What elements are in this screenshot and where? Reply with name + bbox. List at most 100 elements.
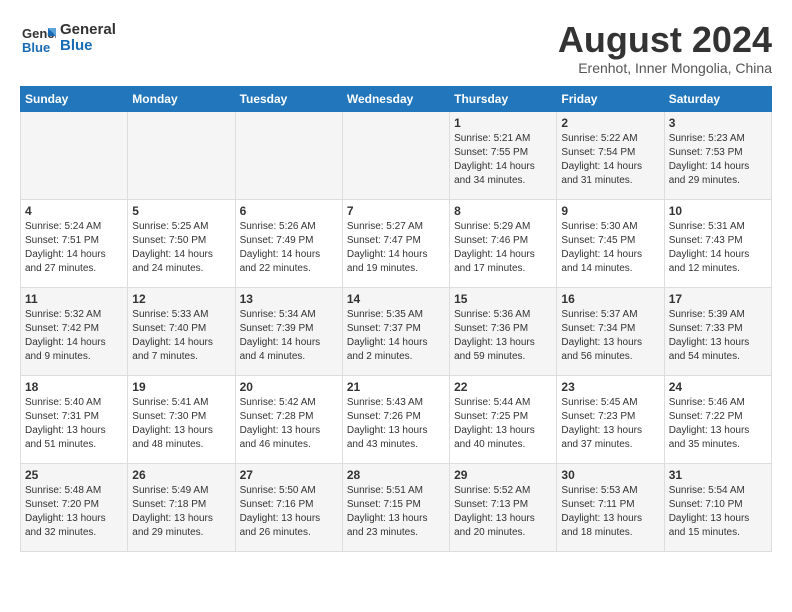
cell-text-line: Daylight: 13 hours bbox=[454, 512, 552, 526]
cell-text-line: and 32 minutes. bbox=[25, 526, 123, 540]
cell-text-line: Sunset: 7:34 PM bbox=[561, 322, 659, 336]
cell-text-line: Daylight: 13 hours bbox=[454, 336, 552, 350]
day-cell: 31Sunrise: 5:54 AMSunset: 7:10 PMDayligh… bbox=[664, 463, 771, 551]
day-number: 25 bbox=[25, 468, 123, 482]
cell-text-line: Sunset: 7:51 PM bbox=[25, 234, 123, 248]
cell-text-line: and 54 minutes. bbox=[669, 350, 767, 364]
page-title: August 2024 bbox=[558, 20, 772, 60]
cell-text-line: Sunset: 7:30 PM bbox=[132, 410, 230, 424]
cell-text-line: Daylight: 13 hours bbox=[454, 424, 552, 438]
cell-text-line: Sunrise: 5:22 AM bbox=[561, 132, 659, 146]
cell-text-line: Daylight: 14 hours bbox=[132, 336, 230, 350]
day-number: 11 bbox=[25, 292, 123, 306]
day-number: 8 bbox=[454, 204, 552, 218]
cell-text-line: Sunset: 7:43 PM bbox=[669, 234, 767, 248]
day-cell: 7Sunrise: 5:27 AMSunset: 7:47 PMDaylight… bbox=[342, 199, 449, 287]
cell-text-line: Daylight: 13 hours bbox=[669, 336, 767, 350]
cell-text-line: and 9 minutes. bbox=[25, 350, 123, 364]
header-cell-saturday: Saturday bbox=[664, 86, 771, 111]
day-cell bbox=[235, 111, 342, 199]
cell-text-line: Sunset: 7:23 PM bbox=[561, 410, 659, 424]
cell-text-line: Daylight: 14 hours bbox=[240, 336, 338, 350]
cell-text-line: Sunrise: 5:44 AM bbox=[454, 396, 552, 410]
day-number: 10 bbox=[669, 204, 767, 218]
day-number: 6 bbox=[240, 204, 338, 218]
week-row-3: 11Sunrise: 5:32 AMSunset: 7:42 PMDayligh… bbox=[21, 287, 772, 375]
cell-text-line: Sunrise: 5:46 AM bbox=[669, 396, 767, 410]
day-cell: 1Sunrise: 5:21 AMSunset: 7:55 PMDaylight… bbox=[450, 111, 557, 199]
day-cell: 16Sunrise: 5:37 AMSunset: 7:34 PMDayligh… bbox=[557, 287, 664, 375]
cell-text-line: Daylight: 13 hours bbox=[132, 512, 230, 526]
cell-text-line: Sunset: 7:18 PM bbox=[132, 498, 230, 512]
cell-text-line: Sunset: 7:39 PM bbox=[240, 322, 338, 336]
day-cell: 12Sunrise: 5:33 AMSunset: 7:40 PMDayligh… bbox=[128, 287, 235, 375]
cell-text-line: and 15 minutes. bbox=[669, 526, 767, 540]
header: General Blue General Blue August 2024 Er… bbox=[20, 20, 772, 76]
day-cell: 9Sunrise: 5:30 AMSunset: 7:45 PMDaylight… bbox=[557, 199, 664, 287]
day-number: 19 bbox=[132, 380, 230, 394]
cell-text-line: Sunrise: 5:37 AM bbox=[561, 308, 659, 322]
cell-text-line: Daylight: 14 hours bbox=[347, 248, 445, 262]
cell-text-line: and 46 minutes. bbox=[240, 438, 338, 452]
day-number: 4 bbox=[25, 204, 123, 218]
cell-text-line: Sunset: 7:22 PM bbox=[669, 410, 767, 424]
cell-text-line: Sunset: 7:13 PM bbox=[454, 498, 552, 512]
cell-text-line: and 4 minutes. bbox=[240, 350, 338, 364]
day-number: 28 bbox=[347, 468, 445, 482]
cell-text-line: and 48 minutes. bbox=[132, 438, 230, 452]
cell-text-line: and 26 minutes. bbox=[240, 526, 338, 540]
cell-text-line: and 17 minutes. bbox=[454, 262, 552, 276]
day-cell: 20Sunrise: 5:42 AMSunset: 7:28 PMDayligh… bbox=[235, 375, 342, 463]
title-area: August 2024 Erenhot, Inner Mongolia, Chi… bbox=[558, 20, 772, 76]
cell-text-line: Daylight: 13 hours bbox=[25, 512, 123, 526]
day-cell: 2Sunrise: 5:22 AMSunset: 7:54 PMDaylight… bbox=[557, 111, 664, 199]
cell-text-line: Sunset: 7:55 PM bbox=[454, 146, 552, 160]
cell-text-line: and 56 minutes. bbox=[561, 350, 659, 364]
day-number: 20 bbox=[240, 380, 338, 394]
cell-text-line: Daylight: 14 hours bbox=[132, 248, 230, 262]
cell-text-line: Sunrise: 5:39 AM bbox=[669, 308, 767, 322]
cell-text-line: Sunrise: 5:43 AM bbox=[347, 396, 445, 410]
cell-text-line: and 7 minutes. bbox=[132, 350, 230, 364]
cell-text-line: Daylight: 14 hours bbox=[25, 248, 123, 262]
logo-line2: Blue bbox=[60, 38, 116, 55]
week-row-4: 18Sunrise: 5:40 AMSunset: 7:31 PMDayligh… bbox=[21, 375, 772, 463]
header-cell-friday: Friday bbox=[557, 86, 664, 111]
cell-text-line: Daylight: 13 hours bbox=[669, 512, 767, 526]
cell-text-line: Daylight: 13 hours bbox=[669, 424, 767, 438]
cell-text-line: Sunrise: 5:53 AM bbox=[561, 484, 659, 498]
cell-text-line: Sunset: 7:15 PM bbox=[347, 498, 445, 512]
cell-text-line: and 27 minutes. bbox=[25, 262, 123, 276]
day-cell bbox=[342, 111, 449, 199]
cell-text-line: and 2 minutes. bbox=[347, 350, 445, 364]
cell-text-line: Sunrise: 5:25 AM bbox=[132, 220, 230, 234]
cell-text-line: and 18 minutes. bbox=[561, 526, 659, 540]
cell-text-line: Sunrise: 5:26 AM bbox=[240, 220, 338, 234]
day-number: 9 bbox=[561, 204, 659, 218]
day-number: 3 bbox=[669, 116, 767, 130]
day-number: 27 bbox=[240, 468, 338, 482]
cell-text-line: Sunset: 7:47 PM bbox=[347, 234, 445, 248]
cell-text-line: and 31 minutes. bbox=[561, 174, 659, 188]
logo-line1: General bbox=[60, 22, 116, 39]
day-cell: 13Sunrise: 5:34 AMSunset: 7:39 PMDayligh… bbox=[235, 287, 342, 375]
cell-text-line: Daylight: 13 hours bbox=[25, 424, 123, 438]
day-cell: 19Sunrise: 5:41 AMSunset: 7:30 PMDayligh… bbox=[128, 375, 235, 463]
cell-text-line: Daylight: 13 hours bbox=[347, 512, 445, 526]
cell-text-line: Sunset: 7:28 PM bbox=[240, 410, 338, 424]
day-number: 29 bbox=[454, 468, 552, 482]
cell-text-line: and 24 minutes. bbox=[132, 262, 230, 276]
day-number: 23 bbox=[561, 380, 659, 394]
day-cell: 29Sunrise: 5:52 AMSunset: 7:13 PMDayligh… bbox=[450, 463, 557, 551]
cell-text-line: and 23 minutes. bbox=[347, 526, 445, 540]
cell-text-line: Sunrise: 5:54 AM bbox=[669, 484, 767, 498]
week-row-1: 1Sunrise: 5:21 AMSunset: 7:55 PMDaylight… bbox=[21, 111, 772, 199]
week-row-5: 25Sunrise: 5:48 AMSunset: 7:20 PMDayligh… bbox=[21, 463, 772, 551]
day-cell: 17Sunrise: 5:39 AMSunset: 7:33 PMDayligh… bbox=[664, 287, 771, 375]
cell-text-line: Sunrise: 5:33 AM bbox=[132, 308, 230, 322]
cell-text-line: Sunset: 7:26 PM bbox=[347, 410, 445, 424]
cell-text-line: and 29 minutes. bbox=[669, 174, 767, 188]
day-cell: 21Sunrise: 5:43 AMSunset: 7:26 PMDayligh… bbox=[342, 375, 449, 463]
cell-text-line: Daylight: 14 hours bbox=[25, 336, 123, 350]
cell-text-line: Sunset: 7:16 PM bbox=[240, 498, 338, 512]
